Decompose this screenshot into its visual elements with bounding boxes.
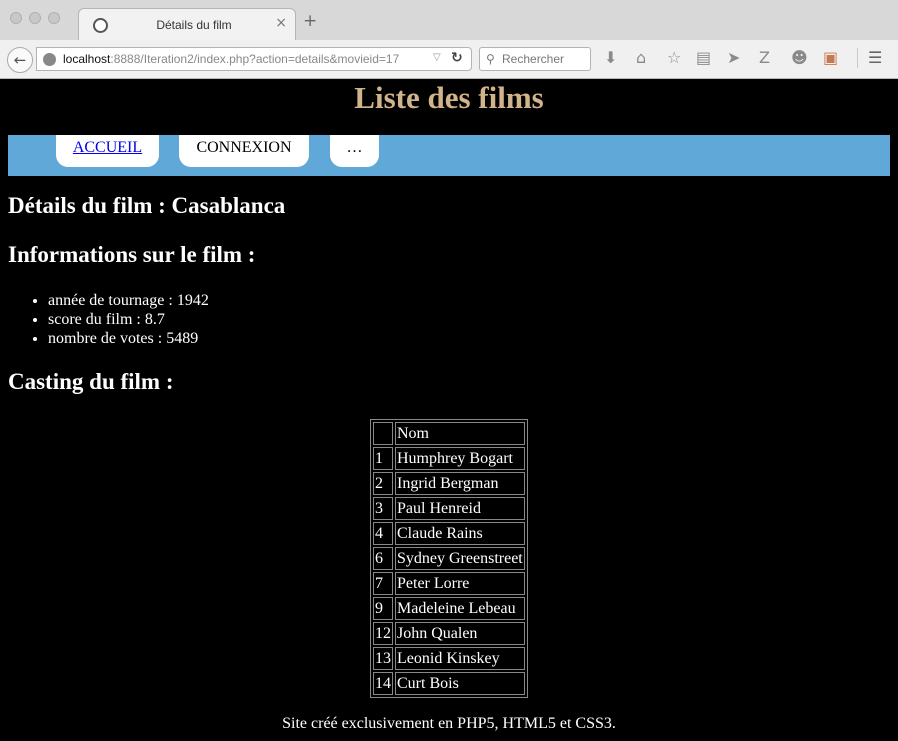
cast-name: Humphrey Bogart [395, 447, 525, 470]
cast-name: John Qualen [395, 622, 525, 645]
cast-index: 2 [373, 472, 393, 495]
cast-index: 6 [373, 547, 393, 570]
site-footer: Site créé exclusivement en PHP5, HTML5 e… [282, 715, 616, 732]
url-bar[interactable]: localhost:8888/Iteration2/index.php?acti… [36, 47, 472, 71]
navigation-toolbar: ← localhost:8888/Iteration2/index.php?ac… [0, 40, 898, 78]
extension-square-icon[interactable]: ▣ [823, 49, 838, 67]
tab-title: Détails du film [156, 18, 232, 32]
url-host: localhost [63, 52, 111, 66]
search-box[interactable]: ⚲ [479, 47, 591, 71]
zoom-window-button[interactable] [48, 12, 60, 24]
movie-info-list: année de tournage : 1942 score du film :… [48, 291, 209, 348]
movie-info-heading: Informations sur le film : [8, 242, 256, 267]
download-icon[interactable]: ⬇ [604, 49, 617, 67]
page-content: Liste des films ACCUEIL CONNEXION … Déta… [0, 79, 898, 741]
site-title: Liste des films [354, 80, 544, 115]
cast-index: 12 [373, 622, 393, 645]
cast-index: 1 [373, 447, 393, 470]
cast-header-row: Nom [373, 422, 525, 445]
cast-name: Madeleine Lebeau [395, 597, 525, 620]
cast-table: Nom 1 Humphrey Bogart 2 Ingrid Bergman 3 Pa… [370, 419, 528, 698]
cast-heading: Casting du film : [8, 369, 174, 394]
cast-name: Claude Rains [395, 522, 525, 545]
table-row: 1 Humphrey Bogart [373, 447, 525, 470]
home-icon[interactable]: ⌂ [636, 49, 646, 67]
close-window-button[interactable] [10, 12, 22, 24]
new-tab-icon[interactable]: + [303, 13, 317, 30]
url-path: :8888/Iteration2/index.php?action=detail… [110, 52, 400, 66]
table-row: 9 Madeleine Lebeau [373, 597, 525, 620]
hamburger-menu-icon[interactable]: ☰ [868, 49, 882, 67]
main-nav: ACCUEIL CONNEXION … [8, 135, 890, 176]
nav-item-more[interactable]: … [330, 135, 379, 167]
cast-name: Sydney Greenstreet [395, 547, 525, 570]
search-input[interactable] [502, 51, 588, 67]
info-score: score du film : 8.7 [48, 310, 209, 329]
url-text[interactable]: localhost:8888/Iteration2/index.php?acti… [63, 52, 399, 66]
movie-details-heading: Détails du film : Casablanca [8, 193, 286, 218]
send-icon[interactable]: ➤ [727, 49, 740, 67]
tab-bar: Détails du film × + [0, 0, 898, 41]
cast-index: 7 [373, 572, 393, 595]
info-votes: nombre de votes : 5489 [48, 329, 209, 348]
cast-index: 9 [373, 597, 393, 620]
search-icon: ⚲ [486, 52, 495, 66]
cast-name: Curt Bois [395, 672, 525, 695]
cast-header-name: Nom [395, 422, 525, 445]
nav-link-home[interactable]: ACCUEIL [73, 139, 142, 156]
cast-name: Paul Henreid [395, 497, 525, 520]
table-row: 6 Sydney Greenstreet [373, 547, 525, 570]
toolbar-separator [857, 48, 858, 68]
extension-z-icon[interactable]: Z [759, 49, 770, 67]
table-row: 14 Curt Bois [373, 672, 525, 695]
browser-tab[interactable]: Détails du film × [78, 8, 296, 41]
close-tab-icon[interactable]: × [275, 15, 287, 31]
cast-name: Leonid Kinskey [395, 647, 525, 670]
reload-icon[interactable]: ↻ [451, 50, 463, 66]
table-row: 12 John Qualen [373, 622, 525, 645]
info-year: année de tournage : 1942 [48, 291, 209, 310]
cast-index: 14 [373, 672, 393, 695]
table-row: 2 Ingrid Bergman [373, 472, 525, 495]
cast-header-index [373, 422, 393, 445]
nav-item-login[interactable]: CONNEXION [179, 135, 309, 167]
cast-index: 13 [373, 647, 393, 670]
table-row: 4 Claude Rains [373, 522, 525, 545]
nav-item-home[interactable]: ACCUEIL [56, 135, 159, 167]
back-arrow-icon[interactable]: ← [7, 47, 33, 73]
bookmark-star-icon[interactable]: ☆ [667, 49, 681, 67]
browser-chrome: Détails du film × + ← localhost:8888/Ite… [0, 0, 898, 79]
reading-list-icon[interactable]: ▤ [696, 49, 711, 67]
cast-index: 4 [373, 522, 393, 545]
cast-index: 3 [373, 497, 393, 520]
url-dropdown-icon[interactable]: ▽ [433, 52, 441, 63]
cast-name: Ingrid Bergman [395, 472, 525, 495]
cast-name: Peter Lorre [395, 572, 525, 595]
table-row: 13 Leonid Kinskey [373, 647, 525, 670]
chat-icon[interactable]: ☻ [791, 49, 808, 67]
globe-icon [43, 53, 56, 66]
table-row: 7 Peter Lorre [373, 572, 525, 595]
table-row: 3 Paul Henreid [373, 497, 525, 520]
site-favicon-icon [93, 18, 108, 33]
minimize-window-button[interactable] [29, 12, 41, 24]
